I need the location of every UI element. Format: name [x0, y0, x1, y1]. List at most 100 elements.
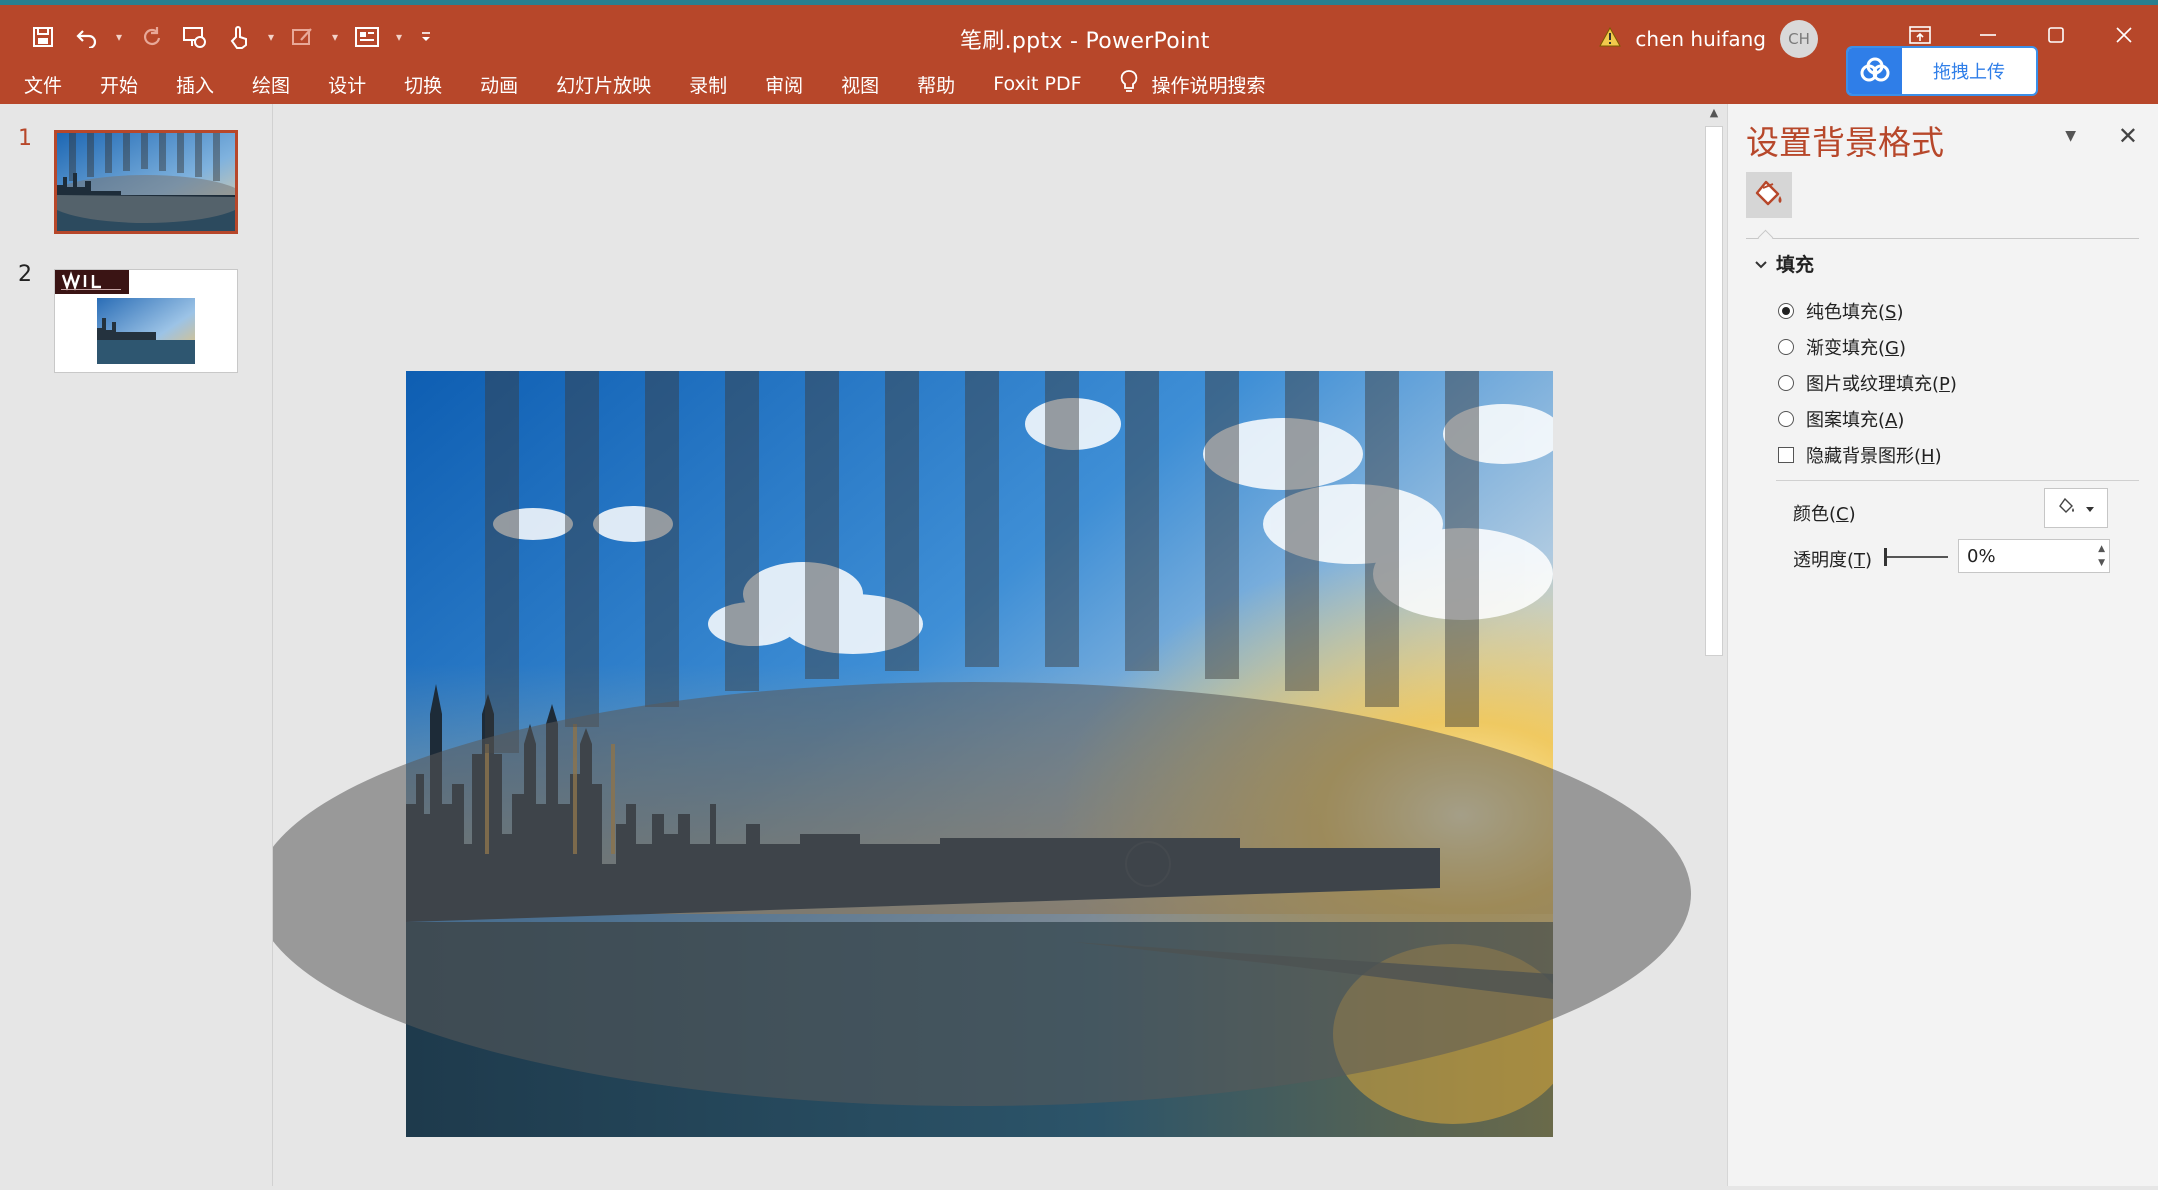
option-accel-key: P [1939, 374, 1950, 395]
warning-icon[interactable] [1599, 26, 1622, 52]
slide-editing-canvas[interactable] [255, 104, 1703, 1186]
tab-slideshow[interactable]: 幻灯片放映 [556, 71, 651, 98]
picture-texture-fill-radio[interactable] [1778, 375, 1794, 391]
transparency-value: 0% [1967, 545, 1996, 567]
thumbnail-image [46, 133, 246, 231]
option-label: 纯色填充(S) [1806, 302, 1904, 323]
format-background-pane: 设置背景格式 ▼ ✕ 填充 纯色填充(S) 渐变填充(G) 图片或纹理填充(P)… [1727, 104, 2158, 1186]
gradient-fill-option[interactable]: 渐变填充(G) [1778, 334, 1906, 360]
paint-bucket-icon [1754, 178, 1784, 212]
fill-section-label: 填充 [1776, 254, 1815, 276]
tab-view[interactable]: 视图 [841, 71, 879, 98]
scroll-up-icon[interactable]: ▲ [1703, 106, 1725, 126]
option-accel-key: A [1885, 410, 1898, 431]
slide-number: 2 [18, 262, 32, 287]
layout-dropdown-icon[interactable]: ▾ [392, 18, 406, 56]
slide-1-canvas[interactable] [255, 104, 1703, 1186]
gradient-fill-radio[interactable] [1778, 339, 1794, 355]
option-label: 渐变填充(G) [1806, 338, 1907, 359]
slide-number: 1 [18, 126, 32, 151]
transparency-label-text: 透明度 [1793, 550, 1847, 571]
color-label-text: 颜色 [1793, 504, 1829, 525]
option-label: 隐藏背景图形(H) [1806, 446, 1942, 467]
tab-help[interactable]: 帮助 [917, 71, 955, 98]
pane-close-icon[interactable]: ✕ [2118, 122, 2138, 150]
tab-insert[interactable]: 插入 [176, 71, 214, 98]
close-icon[interactable] [2090, 5, 2158, 64]
tab-draw[interactable]: 绘图 [252, 71, 290, 98]
drag-upload-widget[interactable]: 拖拽上传 [1846, 46, 2038, 96]
tab-record[interactable]: 录制 [689, 71, 727, 98]
save-icon[interactable] [24, 18, 62, 56]
tab-home[interactable]: 开始 [100, 71, 138, 98]
customize-qat-icon[interactable] [412, 18, 440, 56]
picture-texture-fill-option[interactable]: 图片或纹理填充(P) [1778, 370, 1957, 396]
slide-thumbnail-1[interactable] [46, 130, 246, 234]
option-label: 图案填充(A) [1806, 410, 1905, 431]
pattern-fill-option[interactable]: 图案填充(A) [1778, 406, 1904, 432]
solid-fill-radio[interactable] [1778, 303, 1794, 319]
transparency-slider[interactable] [1884, 548, 1948, 566]
tab-review[interactable]: 审阅 [765, 71, 803, 98]
pane-title: 设置背景格式 [1746, 123, 1944, 162]
fill-tab-button[interactable] [1746, 172, 1792, 218]
option-label: 图片或纹理填充(P) [1806, 374, 1957, 395]
solid-fill-option[interactable]: 纯色填充(S) [1778, 298, 1904, 324]
thumbnail-image [55, 270, 195, 364]
undo-icon[interactable] [68, 18, 106, 56]
option-text: 纯色填充 [1806, 302, 1878, 323]
transparency-label: 透明度(T) [1793, 550, 1873, 571]
quick-access-toolbar: ▾ ▾ ▾ ▾ [24, 17, 440, 57]
tab-animations[interactable]: 动画 [480, 71, 518, 98]
draw-pen-dropdown-icon[interactable]: ▾ [328, 18, 342, 56]
draw-pen-icon[interactable] [284, 18, 322, 56]
pattern-fill-radio[interactable] [1778, 411, 1794, 427]
chevron-down-icon [2085, 499, 2095, 518]
chevron-down-icon [1754, 253, 1768, 275]
option-text: 渐变填充 [1806, 338, 1878, 359]
tab-design[interactable]: 设计 [328, 71, 366, 98]
hide-background-graphics-option[interactable]: 隐藏背景图形(H) [1778, 442, 1942, 468]
color-picker-button[interactable] [2044, 488, 2108, 528]
title-bar: ▾ ▾ ▾ ▾ 笔刷.pptx - PowerPoint chen huifan… [0, 0, 2158, 64]
option-text: 图片或纹理填充 [1806, 374, 1932, 395]
fill-section-header[interactable]: 填充 [1754, 250, 1814, 277]
user-name: chen huifang [1635, 27, 1766, 51]
pane-options-dropdown-icon[interactable]: ▼ [2065, 128, 2076, 144]
slide-thumbnails-pane: 1 2 [0, 104, 273, 1186]
paint-bucket-icon [2057, 496, 2077, 520]
undo-dropdown-icon[interactable]: ▾ [112, 18, 126, 56]
tab-transitions[interactable]: 切换 [404, 71, 442, 98]
avatar[interactable]: CH [1780, 20, 1818, 58]
lightbulb-icon [1120, 69, 1138, 100]
touch-mode-icon[interactable] [220, 18, 258, 56]
window-title: 笔刷.pptx - PowerPoint [960, 29, 1210, 54]
slider-handle[interactable] [1884, 548, 1887, 566]
pane-divider [1746, 229, 2139, 246]
gray-ellipse-shape[interactable] [255, 682, 1691, 1106]
touch-mode-dropdown-icon[interactable]: ▾ [264, 18, 278, 56]
option-text: 隐藏背景图形 [1806, 446, 1914, 467]
color-label: 颜色(C) [1793, 504, 1856, 525]
upload-label: 拖拽上传 [1933, 62, 2005, 83]
slide-thumbnail-2[interactable] [54, 269, 238, 373]
cloud-logo-icon [1848, 48, 1902, 94]
layout-icon[interactable] [348, 18, 386, 56]
option-text: 图案填充 [1806, 410, 1878, 431]
option-accel-key: S [1885, 302, 1897, 323]
spin-arrows-icon[interactable]: ▲ ▼ [2098, 542, 2105, 570]
ribbon-tabs: 文件 开始 插入 绘图 设计 切换 动画 幻灯片放映 录制 审阅 视图 帮助 F… [0, 64, 2158, 156]
redo-icon[interactable] [132, 18, 170, 56]
tab-file[interactable]: 文件 [24, 71, 62, 98]
canvas-vertical-scrollbar[interactable]: ▲ [1703, 104, 1725, 1186]
pane-divider [1776, 480, 2139, 481]
transparency-spinbox[interactable]: 0% ▲ ▼ [1958, 539, 2110, 573]
option-accel-key: H [1921, 446, 1935, 467]
tell-me-label: 操作说明搜索 [1151, 74, 1266, 97]
hide-background-graphics-checkbox[interactable] [1778, 447, 1794, 463]
tell-me-search[interactable]: 操作说明搜索 [1120, 69, 1266, 100]
user-account[interactable]: chen huifang CH [1599, 20, 1818, 58]
present-from-start-icon[interactable] [176, 18, 214, 56]
scrollbar-thumb[interactable] [1705, 126, 1723, 656]
tab-foxit-pdf[interactable]: Foxit PDF [993, 73, 1081, 95]
